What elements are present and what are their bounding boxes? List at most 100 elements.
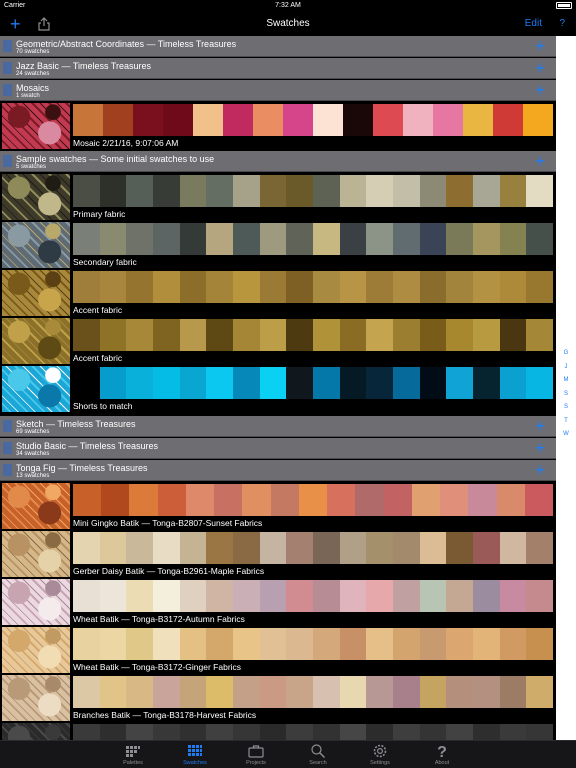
color-swatch[interactable] <box>499 724 527 740</box>
color-swatch[interactable] <box>393 367 420 399</box>
color-swatch[interactable] <box>206 175 234 207</box>
color-swatch[interactable] <box>473 628 500 660</box>
color-swatch[interactable] <box>206 367 234 399</box>
color-swatch[interactable] <box>179 580 207 612</box>
color-swatch[interactable] <box>286 223 314 255</box>
color-swatch[interactable] <box>446 223 474 255</box>
section-header[interactable]: Mosaics 1 swatch + <box>0 80 556 101</box>
color-swatch[interactable] <box>499 580 527 612</box>
color-swatch[interactable] <box>153 223 180 255</box>
color-swatch[interactable] <box>73 104 103 136</box>
color-swatch[interactable] <box>473 367 500 399</box>
color-swatch[interactable] <box>419 367 447 399</box>
color-swatch[interactable] <box>419 628 447 660</box>
color-swatch[interactable] <box>126 580 154 612</box>
color-swatch[interactable] <box>73 367 100 399</box>
color-swatch[interactable] <box>526 223 554 255</box>
color-swatch[interactable] <box>126 628 154 660</box>
color-swatch[interactable] <box>393 223 420 255</box>
color-swatch[interactable] <box>286 175 314 207</box>
color-swatch[interactable] <box>473 223 500 255</box>
color-swatch[interactable] <box>393 724 420 740</box>
color-swatch[interactable] <box>179 724 207 740</box>
color-swatch[interactable] <box>73 724 100 740</box>
color-swatch[interactable] <box>339 628 367 660</box>
tab-search[interactable]: Search <box>288 741 348 768</box>
color-swatch[interactable] <box>233 319 260 351</box>
color-swatch[interactable] <box>419 223 447 255</box>
color-swatch[interactable] <box>355 484 384 516</box>
color-swatch[interactable] <box>99 724 127 740</box>
color-swatch[interactable] <box>233 628 260 660</box>
color-swatch[interactable] <box>206 580 234 612</box>
color-swatch[interactable] <box>153 319 180 351</box>
color-swatch[interactable] <box>419 175 447 207</box>
color-swatch[interactable] <box>153 724 180 740</box>
color-swatch[interactable] <box>233 532 260 564</box>
color-swatch[interactable] <box>286 532 314 564</box>
color-swatch[interactable] <box>73 532 100 564</box>
color-swatch[interactable] <box>446 367 474 399</box>
color-swatch[interactable] <box>153 628 180 660</box>
color-swatch[interactable] <box>73 484 102 516</box>
color-swatch[interactable] <box>366 580 394 612</box>
color-swatch[interactable] <box>313 724 340 740</box>
color-swatch[interactable] <box>446 676 474 708</box>
swatch-row[interactable]: Branches Batik — Tonga-B3178-Harvest Fab… <box>0 674 556 722</box>
tab-settings[interactable]: Settings <box>350 741 410 768</box>
color-swatch[interactable] <box>179 319 207 351</box>
section-header[interactable]: Tonga Fig — Timeless Treasures 13 swatch… <box>0 460 556 481</box>
color-swatch[interactable] <box>526 532 554 564</box>
color-swatch[interactable] <box>73 676 100 708</box>
swatch-row[interactable]: Secondary fabric <box>0 221 556 269</box>
color-swatch[interactable] <box>270 484 299 516</box>
color-swatch[interactable] <box>206 628 234 660</box>
tab-about[interactable]: ? About <box>412 741 472 768</box>
color-swatch[interactable] <box>411 484 441 516</box>
color-swatch[interactable] <box>339 223 367 255</box>
color-swatch[interactable] <box>233 580 260 612</box>
color-swatch[interactable] <box>327 484 356 516</box>
swatch-row[interactable]: Primary fabric <box>0 173 556 221</box>
color-swatch[interactable] <box>259 532 287 564</box>
section-header[interactable]: Geometric/Abstract Coordinates — Timeles… <box>0 36 556 57</box>
add-swatch-icon[interactable]: + <box>532 36 548 56</box>
color-swatch[interactable] <box>73 580 100 612</box>
color-swatch[interactable] <box>259 628 287 660</box>
swatch-list[interactable]: Geometric/Abstract Coordinates — Timeles… <box>0 36 576 740</box>
tab-projects[interactable]: Projects <box>226 741 286 768</box>
color-swatch[interactable] <box>339 580 367 612</box>
color-swatch[interactable] <box>446 532 474 564</box>
color-swatch[interactable] <box>446 628 474 660</box>
color-swatch[interactable] <box>446 319 474 351</box>
color-swatch[interactable] <box>419 724 447 740</box>
color-swatch[interactable] <box>99 628 127 660</box>
color-swatch[interactable] <box>73 223 100 255</box>
color-swatch[interactable] <box>153 532 180 564</box>
color-swatch[interactable] <box>366 676 394 708</box>
color-swatch[interactable] <box>206 319 234 351</box>
index-letter[interactable]: J <box>556 364 576 378</box>
color-swatch[interactable] <box>233 271 260 303</box>
color-swatch[interactable] <box>373 104 403 136</box>
color-swatch[interactable] <box>526 271 554 303</box>
color-swatch[interactable] <box>179 271 207 303</box>
section-header[interactable]: Sample swatches — Some initial swatches … <box>0 151 556 172</box>
color-swatch[interactable] <box>499 628 527 660</box>
color-swatch[interactable] <box>393 628 420 660</box>
color-swatch[interactable] <box>366 367 394 399</box>
swatch-row[interactable]: Shorts to match <box>0 365 556 413</box>
color-swatch[interactable] <box>223 104 253 136</box>
color-swatch[interactable] <box>313 676 340 708</box>
color-swatch[interactable] <box>193 104 223 136</box>
color-swatch[interactable] <box>339 319 367 351</box>
color-swatch[interactable] <box>446 175 474 207</box>
color-swatch[interactable] <box>446 271 474 303</box>
help-button[interactable]: ? <box>559 18 565 29</box>
color-swatch[interactable] <box>403 104 433 136</box>
color-swatch[interactable] <box>523 104 553 136</box>
color-swatch[interactable] <box>129 484 158 516</box>
color-swatch[interactable] <box>526 319 554 351</box>
color-swatch[interactable] <box>446 724 474 740</box>
color-swatch[interactable] <box>419 271 447 303</box>
